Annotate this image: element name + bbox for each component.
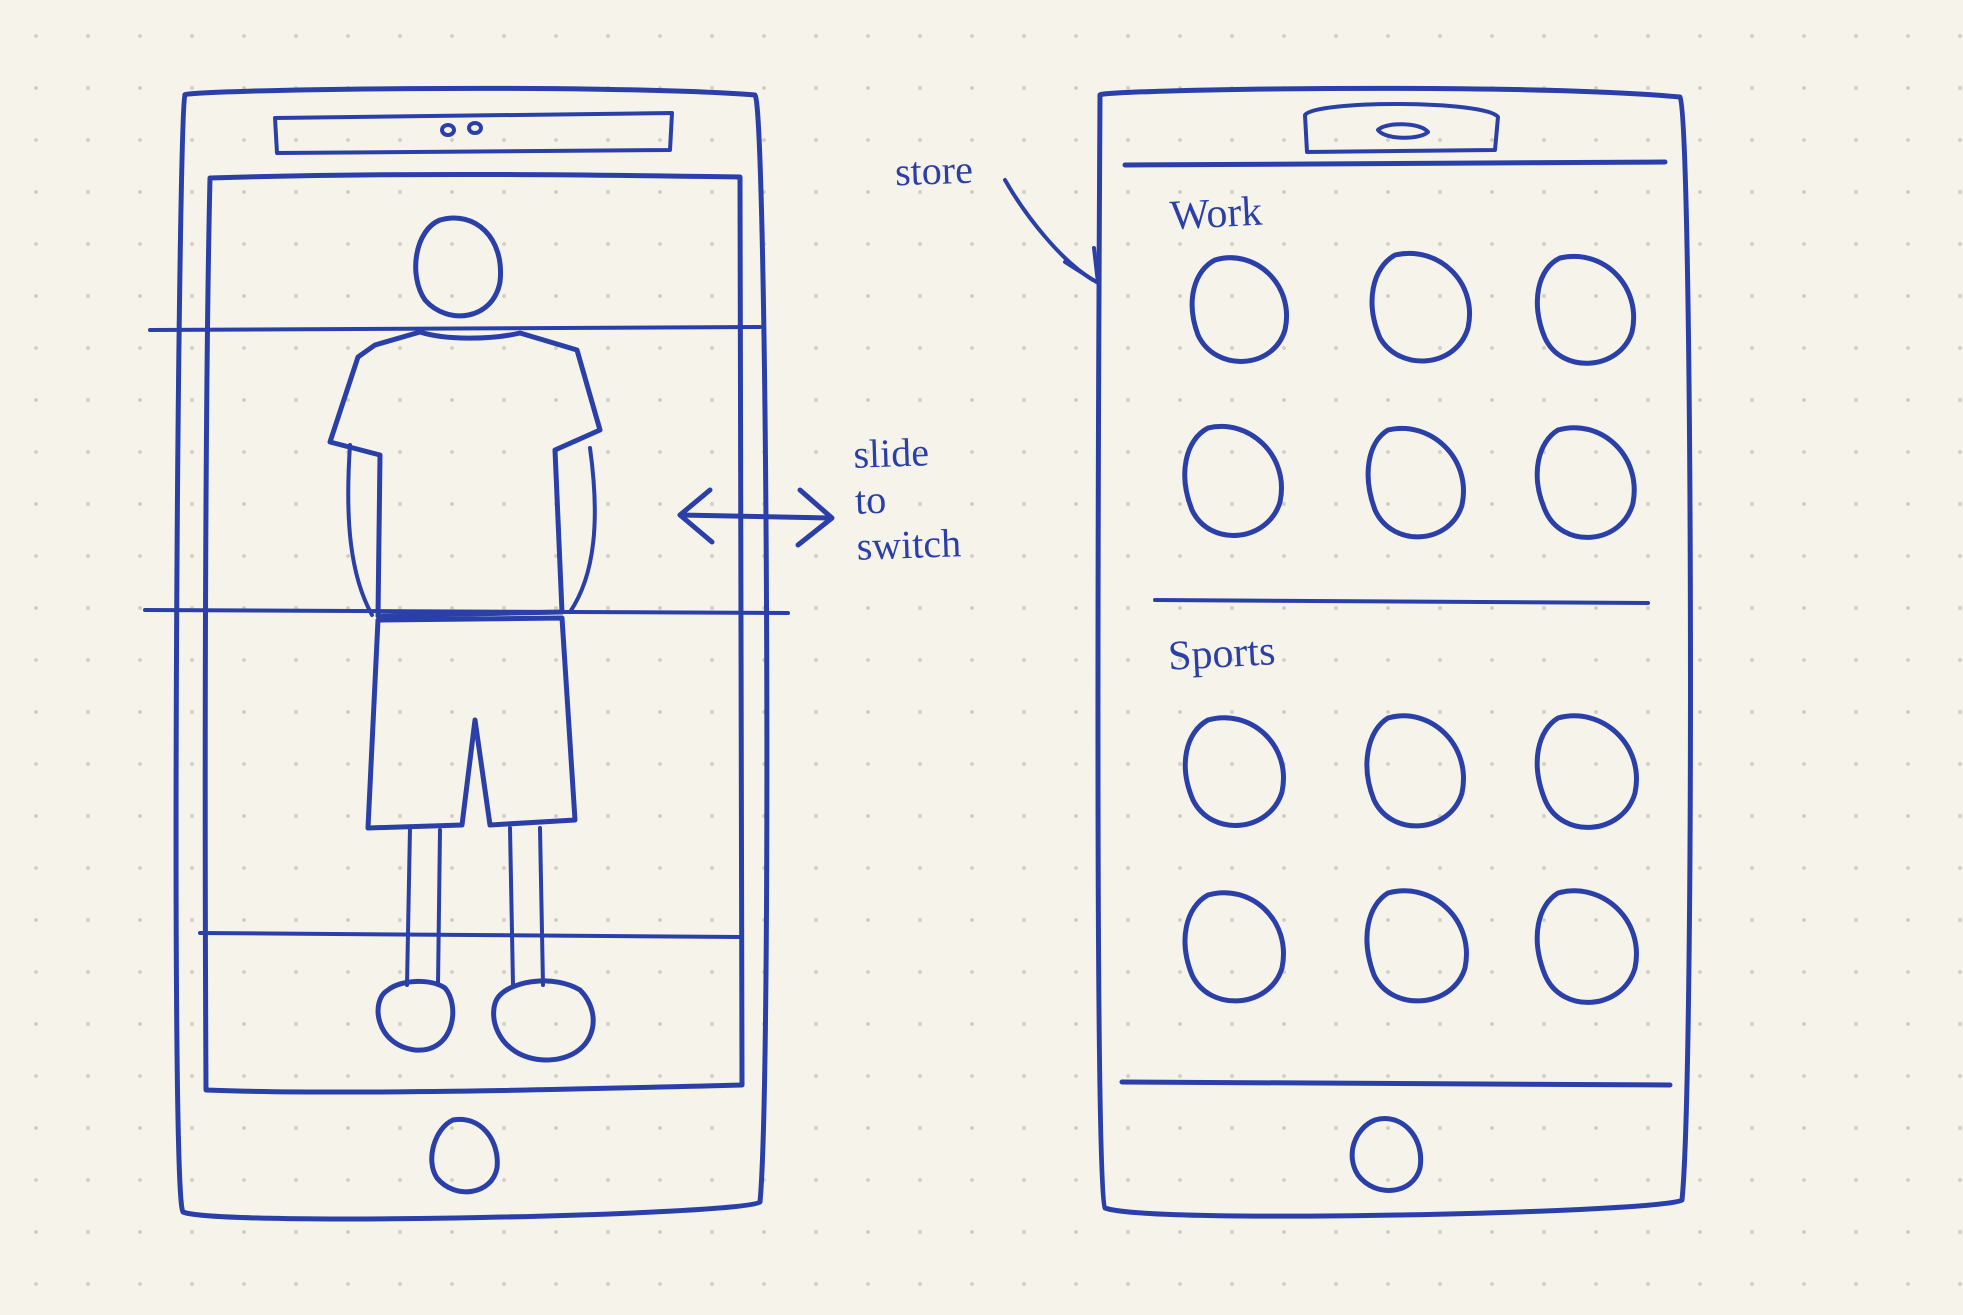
phone-avatar	[145, 88, 788, 1219]
sketch-canvas	[0, 0, 1963, 1315]
store-arrow-icon	[1005, 180, 1098, 283]
slide-arrow-icon	[680, 490, 832, 545]
store-category-sports-items[interactable]	[1185, 716, 1636, 1003]
annotation-slide: slide to switch	[853, 428, 962, 570]
store-category-work-items[interactable]	[1185, 253, 1634, 537]
annotation-store: store	[894, 147, 973, 196]
store-category-sports-label: Sports	[1167, 627, 1277, 681]
store-category-work-label: Work	[1169, 188, 1264, 241]
